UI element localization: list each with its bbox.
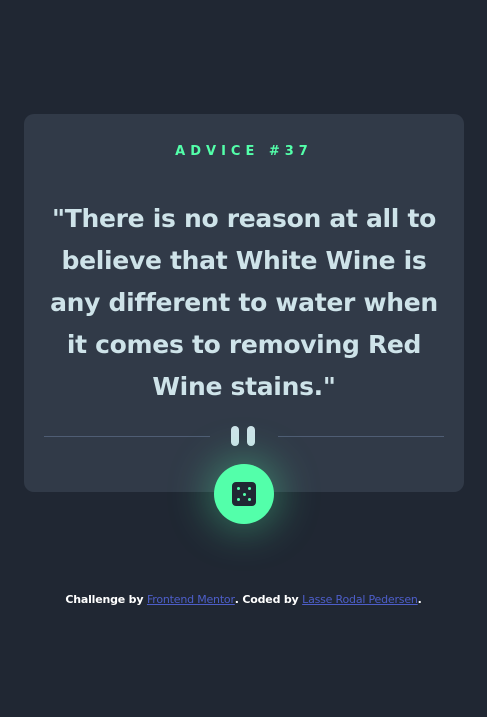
dice-pip bbox=[242, 492, 246, 496]
attribution-middle: . Coded by bbox=[234, 593, 303, 606]
frontend-mentor-link[interactable]: Frontend Mentor bbox=[147, 593, 235, 606]
attribution: Challenge by Frontend Mentor. Coded by L… bbox=[0, 592, 487, 608]
page: ADVICE #37 "There is no reason at all to… bbox=[0, 0, 487, 717]
pause-bar-right bbox=[247, 426, 255, 446]
author-link[interactable]: Lasse Rodal Pedersen bbox=[302, 593, 418, 606]
pause-icon bbox=[231, 426, 259, 448]
dice-icon bbox=[232, 482, 256, 506]
pause-bar-left bbox=[231, 426, 239, 446]
dice-pip bbox=[248, 487, 251, 490]
attribution-suffix: . bbox=[417, 593, 422, 606]
generate-advice-button[interactable] bbox=[214, 464, 274, 524]
attribution-prefix: Challenge by bbox=[65, 593, 147, 606]
divider-line-right bbox=[278, 436, 444, 437]
divider bbox=[44, 425, 444, 449]
dice-pip bbox=[237, 498, 240, 501]
advice-quote: "There is no reason at all to believe th… bbox=[50, 204, 438, 401]
advice-id-label: ADVICE #37 bbox=[175, 144, 313, 159]
dice-pip bbox=[248, 498, 251, 501]
advice-card: ADVICE #37 "There is no reason at all to… bbox=[24, 114, 464, 492]
dice-pip bbox=[237, 487, 240, 490]
divider-line-left bbox=[44, 436, 210, 437]
